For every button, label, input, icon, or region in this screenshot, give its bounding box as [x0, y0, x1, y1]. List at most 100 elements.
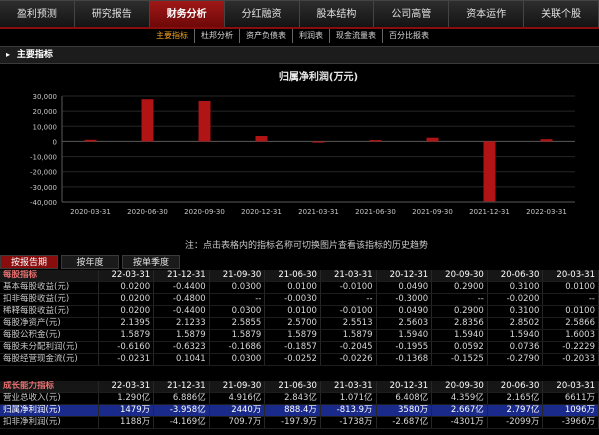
subtab-2[interactable]: 资产负债表 [240, 29, 293, 43]
tab-4[interactable]: 股本结构 [299, 0, 375, 27]
table-cell: 1.5879 [320, 329, 377, 342]
x-tick-label: 2020-12-31 [241, 208, 282, 216]
subtab-5[interactable]: 百分比报表 [383, 29, 435, 43]
x-tick-label: 2021-03-31 [298, 208, 339, 216]
period-tab-2[interactable]: 按单季度 [122, 255, 180, 269]
table-cell: -0.1857 [264, 341, 321, 354]
column-header: 20-06-30 [487, 381, 544, 393]
y-tick-label: -20,000 [30, 169, 57, 177]
table-row[interactable]: 归属净利润(元) 1479万 -3.958亿 2440万 888.4万 -813.9万 35… [0, 404, 599, 417]
table-cell: -0.1368 [376, 353, 433, 366]
tab-1[interactable]: 研究报告 [74, 0, 150, 27]
x-tick-label: 2020-03-31 [70, 208, 111, 216]
column-header: 20-09-30 [431, 270, 488, 282]
column-header: 21-09-30 [209, 381, 266, 393]
table-row[interactable]: 扣非每股收益(元) 0.0200 -0.4800 -- -0.0030 -- -0.3000… [0, 293, 599, 306]
table-row[interactable]: 稀释每股收益(元) 0.0200 -0.4400 0.0300 0.0100 -0.010… [0, 305, 599, 318]
table-cell: 6611万 [542, 392, 599, 405]
table-cell: 2.667亿 [431, 404, 488, 417]
column-header: 21-12-31 [153, 381, 210, 393]
table-row[interactable]: 每股净资产(元) 2.1395 2.1233 2.5855 2.5700 2.5513 2.… [0, 317, 599, 330]
period-tab-1[interactable]: 按年度 [61, 255, 119, 269]
table-cell: -- [320, 293, 377, 306]
table-cell: 4.916亿 [209, 392, 266, 405]
bar [198, 100, 211, 142]
table-cell: 1096万 [542, 404, 599, 417]
metric-name[interactable]: 扣非每股收益(元) [0, 293, 99, 306]
tab-0[interactable]: 盈利预测 [0, 0, 75, 27]
metric-name[interactable]: 每股公积金(元) [0, 329, 99, 342]
section-arrow-icon[interactable]: ▸ [6, 50, 10, 59]
table-cell: 1.5940 [487, 329, 544, 342]
subtab-1[interactable]: 杜邦分析 [195, 29, 240, 43]
table-cell: 0.0100 [264, 305, 321, 318]
subtab-3[interactable]: 利润表 [293, 29, 330, 43]
period-tab-bar: 按报告期 按年度 按单季度 [0, 255, 183, 269]
bar [312, 141, 325, 143]
per-share-table: 每股指标 22-03-31 21-12-31 21-09-30 21-06-30 21-0… [0, 270, 599, 366]
metric-name[interactable]: 扣非净利润(元) [0, 416, 99, 429]
table-row[interactable]: 每股公积金(元) 1.5879 1.5879 1.5879 1.5879 1.5879 1.… [0, 329, 599, 342]
table-cell: 4.359亿 [431, 392, 488, 405]
column-header: 20-09-30 [431, 381, 488, 393]
y-tick-label: 20,000 [33, 108, 58, 116]
table-cell: 1.5879 [209, 329, 266, 342]
column-header: 22-03-31 [98, 381, 155, 393]
table-cell: 2.797亿 [487, 404, 544, 417]
subtab-4[interactable]: 现金流量表 [330, 29, 383, 43]
table-cell: 1.5940 [431, 329, 488, 342]
table-cell: 1.5879 [98, 329, 155, 342]
table-cell: -4301万 [431, 416, 488, 429]
metric-name[interactable]: 营业总收入(元) [0, 392, 99, 405]
bar [141, 99, 154, 142]
metric-name[interactable]: 每股未分配利润(元) [0, 341, 99, 354]
table-section-title: 成长能力指标 [0, 381, 99, 393]
tab-7[interactable]: 关联个股 [524, 0, 599, 27]
table-cell: -0.6323 [153, 341, 210, 354]
column-header: 21-09-30 [209, 270, 266, 282]
y-tick-label: -30,000 [30, 184, 57, 192]
metric-name[interactable]: 基本每股收益(元) [0, 281, 99, 294]
table-row[interactable]: 基本每股收益(元) 0.0200 -0.4400 0.0300 0.0100 -0.010… [0, 281, 599, 294]
table-cell: -2099万 [487, 416, 544, 429]
metric-name[interactable]: 稀释每股收益(元) [0, 305, 99, 318]
table-row[interactable]: 扣非净利润(元) 1188万 -4.169亿 709.7万 -197.9万 -1738万 -… [0, 416, 599, 429]
x-tick-label: 2021-12-31 [469, 208, 510, 216]
column-header: 20-03-31 [542, 270, 599, 282]
tab-6[interactable]: 资本运作 [449, 0, 525, 27]
tab-2[interactable]: 财务分析 [149, 0, 225, 27]
table-cell: 2.5603 [376, 317, 433, 330]
table-row[interactable]: 营业总收入(元) 1.290亿 6.886亿 4.916亿 2.843亿 1.071亿 6.… [0, 392, 599, 405]
table-cell: 888.4万 [264, 404, 321, 417]
table-cell: 1.290亿 [98, 392, 155, 405]
bar [426, 137, 439, 142]
subtab-0[interactable]: 主要指标 [150, 29, 195, 43]
table-cell: 2.5855 [209, 317, 266, 330]
metric-name[interactable]: 归属净利润(元) [0, 404, 99, 417]
column-header: 21-12-31 [153, 270, 210, 282]
growth-table: 成长能力指标 22-03-31 21-12-31 21-09-30 21-06-30 21… [0, 381, 599, 429]
table-cell: 6.408亿 [376, 392, 433, 405]
x-tick-label: 2021-06-30 [355, 208, 396, 216]
table-cell: 3580万 [376, 404, 433, 417]
table-cell: 1188万 [98, 416, 155, 429]
table-cell: 1.5879 [264, 329, 321, 342]
table-row[interactable]: 每股未分配利润(元) -0.6160 -0.6323 -0.1686 -0.1857 -0… [0, 341, 599, 354]
table-cell: -4.169亿 [153, 416, 210, 429]
table-row[interactable]: 每股经营现金流(元) -0.0231 0.1041 0.0300 -0.0252 -0.0… [0, 353, 599, 366]
column-header: 21-03-31 [320, 270, 377, 282]
table-cell: -0.6160 [98, 341, 155, 354]
table-cell: 0.0736 [487, 341, 544, 354]
table-cell: 0.0300 [209, 353, 266, 366]
metric-name[interactable]: 每股净资产(元) [0, 317, 99, 330]
table-cell: 709.7万 [209, 416, 266, 429]
period-tab-0[interactable]: 按报告期 [0, 255, 58, 269]
table-cell: -0.0100 [320, 305, 377, 318]
table-cell: -- [542, 293, 599, 306]
y-tick-label: 30,000 [33, 93, 58, 101]
table-cell: 2.5700 [264, 317, 321, 330]
metric-name[interactable]: 每股经营现金流(元) [0, 353, 99, 366]
bar [84, 139, 97, 142]
tab-5[interactable]: 公司高管 [374, 0, 450, 27]
tab-3[interactable]: 分红融资 [224, 0, 300, 27]
